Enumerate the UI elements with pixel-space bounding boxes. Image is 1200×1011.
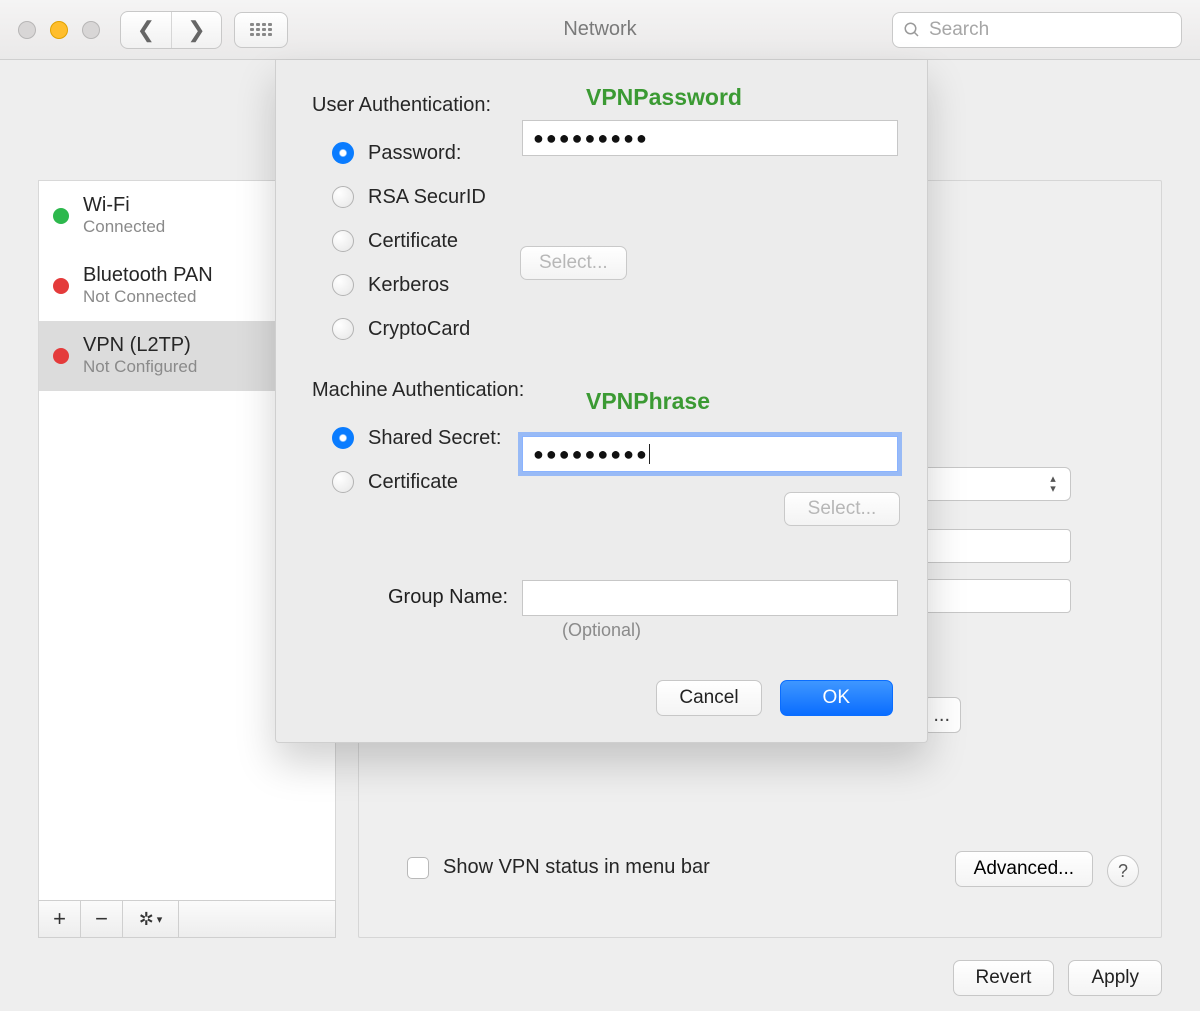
user-auth-password-label: Password:	[368, 142, 461, 165]
titlebar: ❮ ❯ Network	[0, 0, 1200, 60]
user-auth-certificate-radio[interactable]	[332, 230, 354, 252]
sidebar-item-label: Wi-Fi	[83, 194, 165, 217]
user-auth-kerberos-label: Kerberos	[368, 274, 449, 297]
window-controls	[18, 21, 100, 39]
cancel-button[interactable]: Cancel	[656, 680, 761, 716]
user-cert-select-button[interactable]: Select...	[520, 246, 627, 280]
status-dot-icon	[53, 348, 69, 364]
search-input[interactable]	[927, 18, 1176, 42]
annotation-vpn-phrase: VPNPhrase	[586, 388, 710, 415]
user-auth-cryptocard-radio[interactable]	[332, 318, 354, 340]
stepper-arrows-icon: ▴▾	[1044, 471, 1062, 497]
group-name-hint: (Optional)	[276, 620, 927, 641]
password-input[interactable]: ●●●●●●●●●	[522, 120, 898, 156]
status-dot-icon	[53, 278, 69, 294]
sidebar-actions-menu[interactable]: ✲▾	[123, 901, 179, 937]
text-caret-icon	[649, 444, 650, 464]
grid-icon	[250, 23, 272, 37]
sidebar-item-status: Connected	[83, 217, 165, 237]
user-auth-certificate-label: Certificate	[368, 230, 458, 253]
machine-auth-shared-secret-radio[interactable]	[332, 427, 354, 449]
user-auth-cryptocard-label: CryptoCard	[368, 318, 470, 341]
sidebar-item-label: Bluetooth PAN	[83, 264, 213, 287]
revert-button[interactable]: Revert	[953, 960, 1055, 996]
advanced-button[interactable]: Advanced...	[955, 851, 1093, 887]
machine-auth-certificate-label: Certificate	[368, 471, 458, 494]
window-title: Network	[563, 18, 636, 41]
user-auth-password-radio[interactable]	[332, 142, 354, 164]
group-name-label: Group Name:	[388, 586, 508, 609]
user-auth-rsa-label: RSA SecurID	[368, 186, 486, 209]
sidebar-action-strip: + − ✲▾	[38, 900, 336, 938]
show-vpn-menubar-label: Show VPN status in menu bar	[443, 856, 710, 879]
gear-icon: ✲	[139, 909, 154, 930]
auth-settings-button[interactable]: ...	[923, 697, 961, 733]
chevron-down-icon: ▾	[157, 913, 163, 926]
show-vpn-menubar-checkbox[interactable]	[407, 857, 429, 879]
help-button[interactable]: ?	[1107, 855, 1139, 887]
machine-cert-select-button[interactable]: Select...	[784, 492, 900, 526]
status-dot-icon	[53, 208, 69, 224]
machine-auth-certificate-radio[interactable]	[332, 471, 354, 493]
ok-button[interactable]: OK	[780, 680, 893, 716]
search-icon	[903, 21, 921, 39]
nav-forward-button[interactable]: ❯	[171, 12, 221, 48]
remove-interface-button[interactable]: −	[81, 901, 123, 937]
machine-auth-shared-secret-label: Shared Secret:	[368, 427, 501, 450]
close-window-icon[interactable]	[18, 21, 36, 39]
user-auth-kerberos-radio[interactable]	[332, 274, 354, 296]
sidebar-item-status: Not Connected	[83, 287, 213, 307]
search-field-wrap[interactable]	[892, 12, 1182, 48]
add-interface-button[interactable]: +	[39, 901, 81, 937]
zoom-window-icon[interactable]	[82, 21, 100, 39]
footer-buttons: Revert Apply	[953, 960, 1163, 996]
minimize-window-icon[interactable]	[50, 21, 68, 39]
window-body: Wi-Fi Connected Bluetooth PAN Not Connec…	[0, 60, 1200, 1011]
annotation-vpn-password: VPNPassword	[586, 84, 742, 111]
apply-button[interactable]: Apply	[1068, 960, 1162, 996]
nav-back-forward: ❮ ❯	[120, 11, 222, 49]
user-auth-rsa-radio[interactable]	[332, 186, 354, 208]
sidebar-item-label: VPN (L2TP)	[83, 334, 197, 357]
sidebar-item-status: Not Configured	[83, 357, 197, 377]
auth-settings-sheet: VPNPassword VPNPhrase User Authenticatio…	[275, 60, 928, 743]
nav-back-button[interactable]: ❮	[121, 12, 171, 48]
group-name-input[interactable]	[522, 580, 898, 616]
shared-secret-input[interactable]: ●●●●●●●●●	[522, 436, 898, 472]
show-all-button[interactable]	[234, 12, 288, 48]
